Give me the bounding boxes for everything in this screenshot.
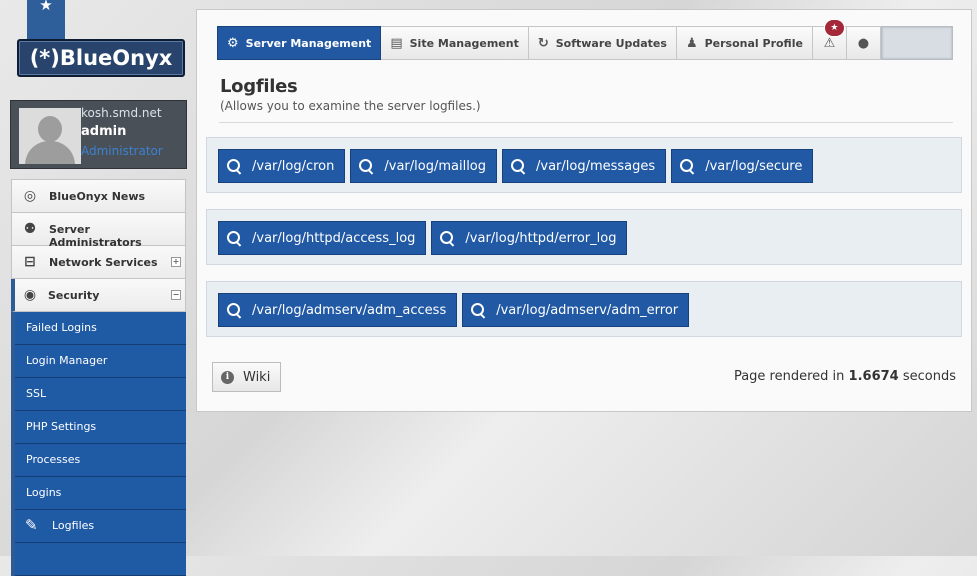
search-icon (227, 231, 241, 245)
main-panel: ⚙ Server Management ▤ Site Management ↻ … (196, 9, 972, 412)
logfile-label: /var/log/secure (705, 158, 803, 174)
subitem-label: PHP Settings (26, 420, 97, 433)
tab-label: Server Management (245, 36, 372, 50)
subitem-ssl[interactable]: SSL (15, 378, 186, 411)
expand-icon[interactable]: + (171, 257, 181, 267)
logfile-label: /var/log/messages (536, 158, 656, 174)
search-icon (511, 159, 525, 173)
page-subtitle: (Allows you to examine the server logfil… (220, 99, 481, 113)
info-icon: i (221, 370, 234, 384)
subitem-logins[interactable]: Logins (15, 477, 186, 510)
tab-site-management[interactable]: ▤ Site Management (381, 26, 529, 60)
logfile-button-messages[interactable]: /var/log/messages (502, 149, 667, 183)
logfile-button-cron[interactable]: /var/log/cron (218, 149, 346, 183)
logfile-button-access-log[interactable]: /var/log/httpd/access_log (218, 221, 427, 255)
subitem-login-manager[interactable]: Login Manager (15, 345, 186, 378)
render-prefix: Page rendered in (733, 369, 845, 384)
bookmark-ribbon: ★ (27, 0, 65, 54)
logfile-group-httpd: /var/log/httpd/access_log /var/log/httpd… (206, 209, 962, 265)
network-icon: ⊟ (24, 254, 36, 270)
search-icon (227, 303, 241, 317)
logfile-group-admserv: /var/log/admserv/adm_access /var/log/adm… (206, 281, 962, 337)
search-icon (680, 159, 694, 173)
sites-icon: ▤ (390, 35, 403, 51)
users-icon: ⚉ (23, 221, 37, 237)
sidebar-item-network-services[interactable]: ⊟ Network Services + (11, 246, 186, 279)
render-suffix: seconds (902, 369, 956, 384)
subitem-more[interactable] (15, 543, 186, 576)
tab-status[interactable]: ● (846, 26, 881, 60)
pencil-icon: ✎ (25, 516, 38, 534)
subitem-label: Failed Logins (26, 321, 97, 334)
subitem-logfiles[interactable]: ✎ Logfiles (15, 510, 186, 543)
subitem-label: Logfiles (52, 519, 95, 532)
collapse-icon[interactable]: − (171, 290, 181, 300)
logfile-label: /var/log/cron (252, 158, 335, 174)
logfile-button-error-log[interactable]: /var/log/httpd/error_log (431, 221, 628, 255)
tab-label: Personal Profile (704, 36, 803, 50)
subitem-processes[interactable]: Processes (15, 444, 186, 477)
top-tabs: ⚙ Server Management ▤ Site Management ↻ … (217, 19, 953, 60)
subitem-php-settings[interactable]: PHP Settings (15, 411, 186, 444)
subitem-label: Logins (26, 486, 62, 499)
tab-label: Software Updates (555, 36, 667, 50)
globe-icon: ◎ (23, 188, 37, 204)
tab-software-updates[interactable]: ↻ Software Updates (528, 26, 677, 60)
subitem-label: Processes (26, 453, 81, 466)
server-hostname: kosh.smd.net (81, 106, 162, 120)
search-icon (471, 303, 485, 317)
tab-bar-filler (880, 26, 953, 60)
search-icon (440, 231, 454, 245)
tab-label: Site Management (409, 36, 519, 50)
logfile-group-system: /var/log/cron /var/log/maillog /var/log/… (206, 137, 962, 193)
security-submenu: Failed Logins Login Manager SSL PHP Sett… (11, 312, 186, 576)
render-time: Page rendered in 1.6674 seconds (734, 369, 956, 384)
logfile-label: /var/log/httpd/access_log (252, 230, 416, 246)
search-icon (227, 159, 241, 173)
tab-alerts[interactable]: ⚠ ★ (812, 19, 847, 60)
refresh-icon: ↻ (537, 35, 549, 51)
logfile-label: /var/log/admserv/adm_error (496, 302, 679, 318)
sidebar-item-security[interactable]: ◉ Security − (11, 279, 186, 312)
warning-icon: ⚠ (823, 35, 836, 51)
status-icon: ● (857, 35, 870, 51)
sidebar-nav: ◎ BlueOnyx News ⚉ Server Administrators … (11, 179, 186, 576)
gear-icon: ⚙ (227, 35, 239, 51)
sidebar-item-label: Security (48, 289, 100, 302)
sidebar-item-label: BlueOnyx News (49, 190, 146, 203)
subitem-failed-logins[interactable]: Failed Logins (15, 312, 186, 345)
search-icon (359, 159, 373, 173)
tab-server-management[interactable]: ⚙ Server Management (217, 26, 382, 60)
sidebar-item-server-administrators[interactable]: ⚉ Server Administrators (11, 213, 186, 249)
eye-icon: ◉ (23, 287, 37, 303)
wiki-label: Wiki (243, 369, 271, 385)
logfile-button-secure[interactable]: /var/log/secure (671, 149, 814, 183)
user-card: kosh.smd.net admin Administrator (10, 100, 187, 169)
logfile-button-adm-error[interactable]: /var/log/admserv/adm_error (462, 293, 690, 327)
logfile-label: /var/log/admserv/adm_access (252, 302, 447, 318)
divider (219, 122, 953, 123)
render-seconds-value: 1.6674 (848, 369, 899, 384)
user-role-link[interactable]: Administrator (81, 144, 163, 158)
avatar (19, 108, 81, 164)
sidebar-item-blueonyx-news[interactable]: ◎ BlueOnyx News (11, 179, 186, 213)
logfile-button-adm-access[interactable]: /var/log/admserv/adm_access (218, 293, 458, 327)
star-icon: ★ (39, 0, 53, 14)
subitem-label: Login Manager (26, 354, 108, 367)
logfile-label: /var/log/httpd/error_log (465, 230, 617, 246)
person-icon: ♟ (685, 35, 698, 51)
logfile-button-maillog[interactable]: /var/log/maillog (350, 149, 498, 183)
wiki-button[interactable]: i Wiki (212, 362, 282, 392)
user-name: admin (81, 124, 127, 139)
sidebar-item-label: Network Services (49, 256, 158, 269)
tab-personal-profile[interactable]: ♟ Personal Profile (676, 26, 813, 60)
page-title: Logfiles (220, 76, 298, 97)
subitem-label: SSL (26, 387, 47, 400)
blueonyx-logo[interactable]: (*)BlueOnyx (17, 39, 185, 77)
logfile-label: /var/log/maillog (384, 158, 487, 174)
left-panel: ★ (*)BlueOnyx kosh.smd.net admin Adminis… (0, 0, 196, 576)
alert-badge: ★ (823, 19, 845, 37)
